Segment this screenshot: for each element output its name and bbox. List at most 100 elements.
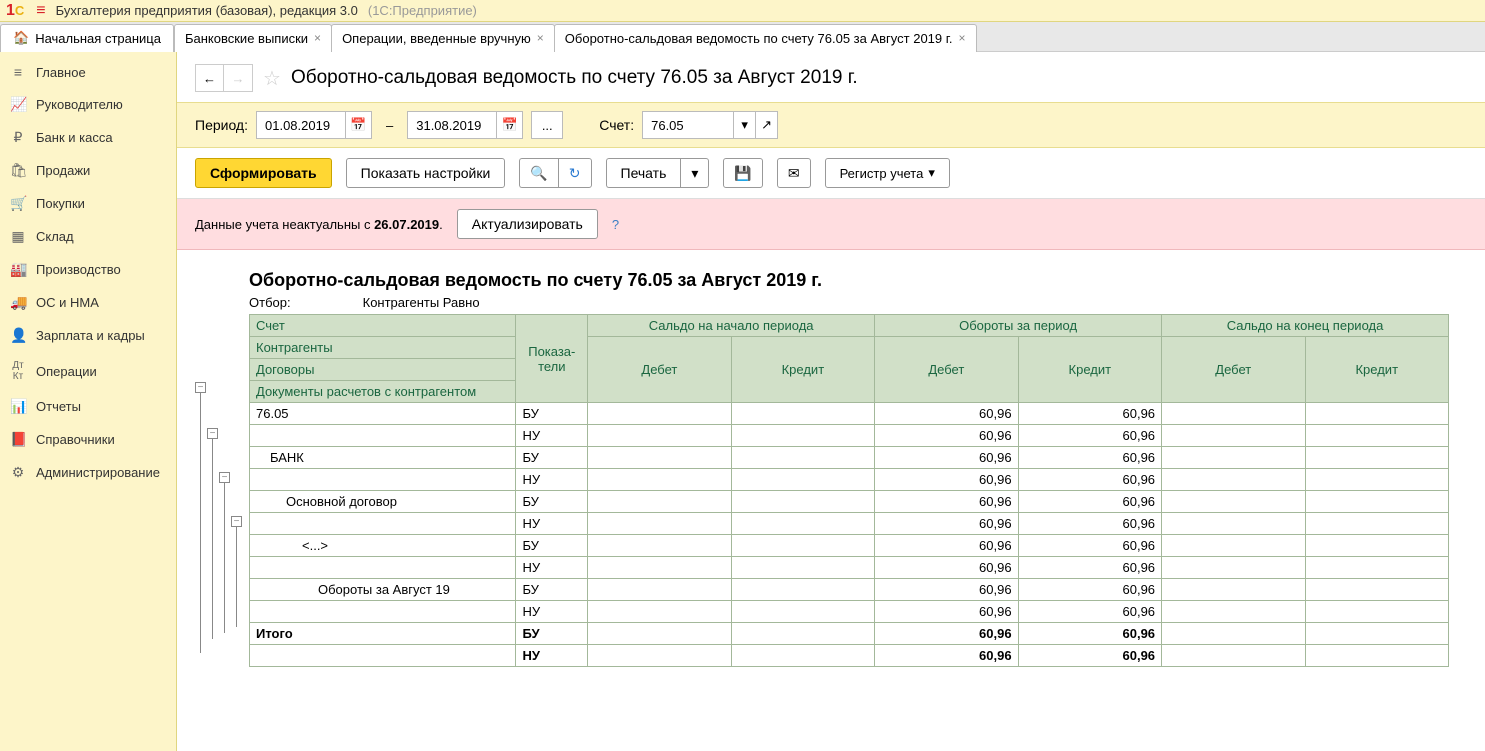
sidebar-item-refs[interactable]: 📕 Справочники <box>0 423 176 456</box>
table-row[interactable]: НУ60,9660,96 <box>250 601 1449 623</box>
tree-toggle[interactable]: − <box>207 428 218 439</box>
cell <box>731 491 874 513</box>
table-row[interactable]: НУ 60,9660,96 <box>250 645 1449 667</box>
cell <box>1305 579 1448 601</box>
register-button[interactable]: Регистр учета▾ <box>825 158 950 188</box>
period-picker-button[interactable]: ... <box>531 111 563 139</box>
hdr-docs: Документы расчетов с контрагентом <box>250 381 516 403</box>
tab-operations[interactable]: Операции, введенные вручную× <box>331 24 555 52</box>
cell <box>1305 447 1448 469</box>
cell: 60,96 <box>875 447 1018 469</box>
print-button[interactable]: Печать <box>606 158 681 188</box>
burger-icon[interactable]: ≡ <box>36 2 45 20</box>
actualize-button[interactable]: Актуализировать <box>457 209 598 239</box>
cell: 60,96 <box>1018 623 1161 645</box>
table-row[interactable]: ИтогоБУ60,9660,96 <box>250 623 1449 645</box>
table-row[interactable]: НУ60,9660,96 <box>250 557 1449 579</box>
cell: 60,96 <box>875 535 1018 557</box>
report-filter: Отбор: Контрагенты Равно <box>249 295 1449 310</box>
back-button[interactable]: ← <box>196 65 224 91</box>
sidebar-item-admin[interactable]: ⚙Администрирование <box>0 456 176 489</box>
tab-report[interactable]: Оборотно-сальдовая ведомость по счету 76… <box>554 24 977 52</box>
favorite-icon[interactable]: ☆ <box>263 66 281 91</box>
cell: 60,96 <box>875 403 1018 425</box>
tree-toggle[interactable]: − <box>231 516 242 527</box>
cell <box>588 491 731 513</box>
row-ind: НУ <box>516 645 588 667</box>
person-icon: 👤 <box>10 327 26 344</box>
sidebar-item-bank[interactable]: ₽Банк и касса <box>0 121 176 154</box>
sidebar-item-production[interactable]: 🏭Производство <box>0 253 176 286</box>
cell <box>1162 491 1305 513</box>
date-to-input[interactable] <box>408 112 496 138</box>
sidebar-item-warehouse[interactable]: ▦Склад <box>0 220 176 253</box>
find-button[interactable]: 🔍 <box>519 158 557 188</box>
menu-icon: ≡ <box>10 64 26 80</box>
bars-icon: 📊 <box>10 398 26 415</box>
account-input[interactable] <box>643 112 733 138</box>
sidebar-item-reports[interactable]: 📊Отчеты <box>0 390 176 423</box>
print-dd[interactable]: ▾ <box>680 158 709 188</box>
calendar-icon[interactable]: 📅 <box>496 112 522 138</box>
tab-bank[interactable]: Банковские выписки× <box>174 24 332 52</box>
forward-button[interactable]: → <box>224 65 252 91</box>
sidebar-item-assets[interactable]: 🚚ОС и НМА <box>0 286 176 319</box>
cell <box>1162 403 1305 425</box>
cell: 60,96 <box>875 425 1018 447</box>
tree-outline: − − − − <box>177 250 249 687</box>
settings-button[interactable]: Показать настройки <box>346 158 506 188</box>
close-icon[interactable]: × <box>314 31 321 45</box>
app-title: Бухгалтерия предприятия (базовая), редак… <box>56 3 358 18</box>
cell: 60,96 <box>875 623 1018 645</box>
close-icon[interactable]: × <box>537 31 544 45</box>
open-icon[interactable]: ↗ <box>755 112 777 138</box>
hdr-credit: Кредит <box>731 337 874 403</box>
table-row[interactable]: 76.05БУ60,9660,96 <box>250 403 1449 425</box>
chevron-down-icon[interactable]: ▾ <box>733 112 755 138</box>
cell: 60,96 <box>1018 645 1161 667</box>
cell: 60,96 <box>1018 447 1161 469</box>
refresh-button[interactable]: ↻ <box>558 158 592 188</box>
help-icon[interactable]: ? <box>612 217 619 232</box>
date-from-input[interactable] <box>257 112 345 138</box>
report-table: Счет Показа- тели Сальдо на начало перио… <box>249 314 1449 667</box>
cell <box>1305 535 1448 557</box>
cell <box>1162 425 1305 447</box>
sidebar-item-operations[interactable]: Дт КтОперации <box>0 352 176 390</box>
cell: 60,96 <box>875 513 1018 535</box>
tab-home[interactable]: 🏠 Начальная страница <box>0 24 174 52</box>
tree-toggle[interactable]: − <box>195 382 206 393</box>
tree-toggle[interactable]: − <box>219 472 230 483</box>
app-topbar: 1С ≡ Бухгалтерия предприятия (базовая), … <box>0 0 1485 22</box>
book-icon: 📕 <box>10 431 26 448</box>
sidebar-item-sales[interactable]: 🛍Продажи <box>0 154 176 187</box>
table-row[interactable]: НУ60,9660,96 <box>250 425 1449 447</box>
sidebar-item-purchases[interactable]: 🛒Покупки <box>0 187 176 220</box>
calendar-icon[interactable]: 📅 <box>345 112 371 138</box>
table-row[interactable]: БАНКБУ60,9660,96 <box>250 447 1449 469</box>
sidebar-item-main[interactable]: ≡Главное <box>0 56 176 88</box>
cell <box>1305 645 1448 667</box>
table-row[interactable]: Основной договорБУ60,9660,96 <box>250 491 1449 513</box>
close-icon[interactable]: × <box>959 31 966 45</box>
table-row[interactable]: НУ60,9660,96 <box>250 513 1449 535</box>
save-button[interactable]: 💾 <box>723 158 762 188</box>
cell <box>1305 601 1448 623</box>
cell <box>588 623 731 645</box>
sidebar-item-salary[interactable]: 👤Зарплата и кадры <box>0 319 176 352</box>
cell <box>731 623 874 645</box>
cell <box>1162 601 1305 623</box>
sidebar-item-manager[interactable]: 📈Руководителю <box>0 88 176 121</box>
cell: 60,96 <box>1018 491 1161 513</box>
cell <box>588 535 731 557</box>
cell <box>731 601 874 623</box>
table-row[interactable]: НУ60,9660,96 <box>250 469 1449 491</box>
cell <box>1305 469 1448 491</box>
form-button[interactable]: Сформировать <box>195 158 332 188</box>
table-row[interactable]: Обороты за Август 19БУ60,9660,96 <box>250 579 1449 601</box>
table-row[interactable]: <...>БУ60,9660,96 <box>250 535 1449 557</box>
cell <box>1162 579 1305 601</box>
email-button[interactable]: ✉ <box>777 158 811 188</box>
cell: 60,96 <box>875 645 1018 667</box>
sidebar-label: Справочники <box>36 432 115 447</box>
